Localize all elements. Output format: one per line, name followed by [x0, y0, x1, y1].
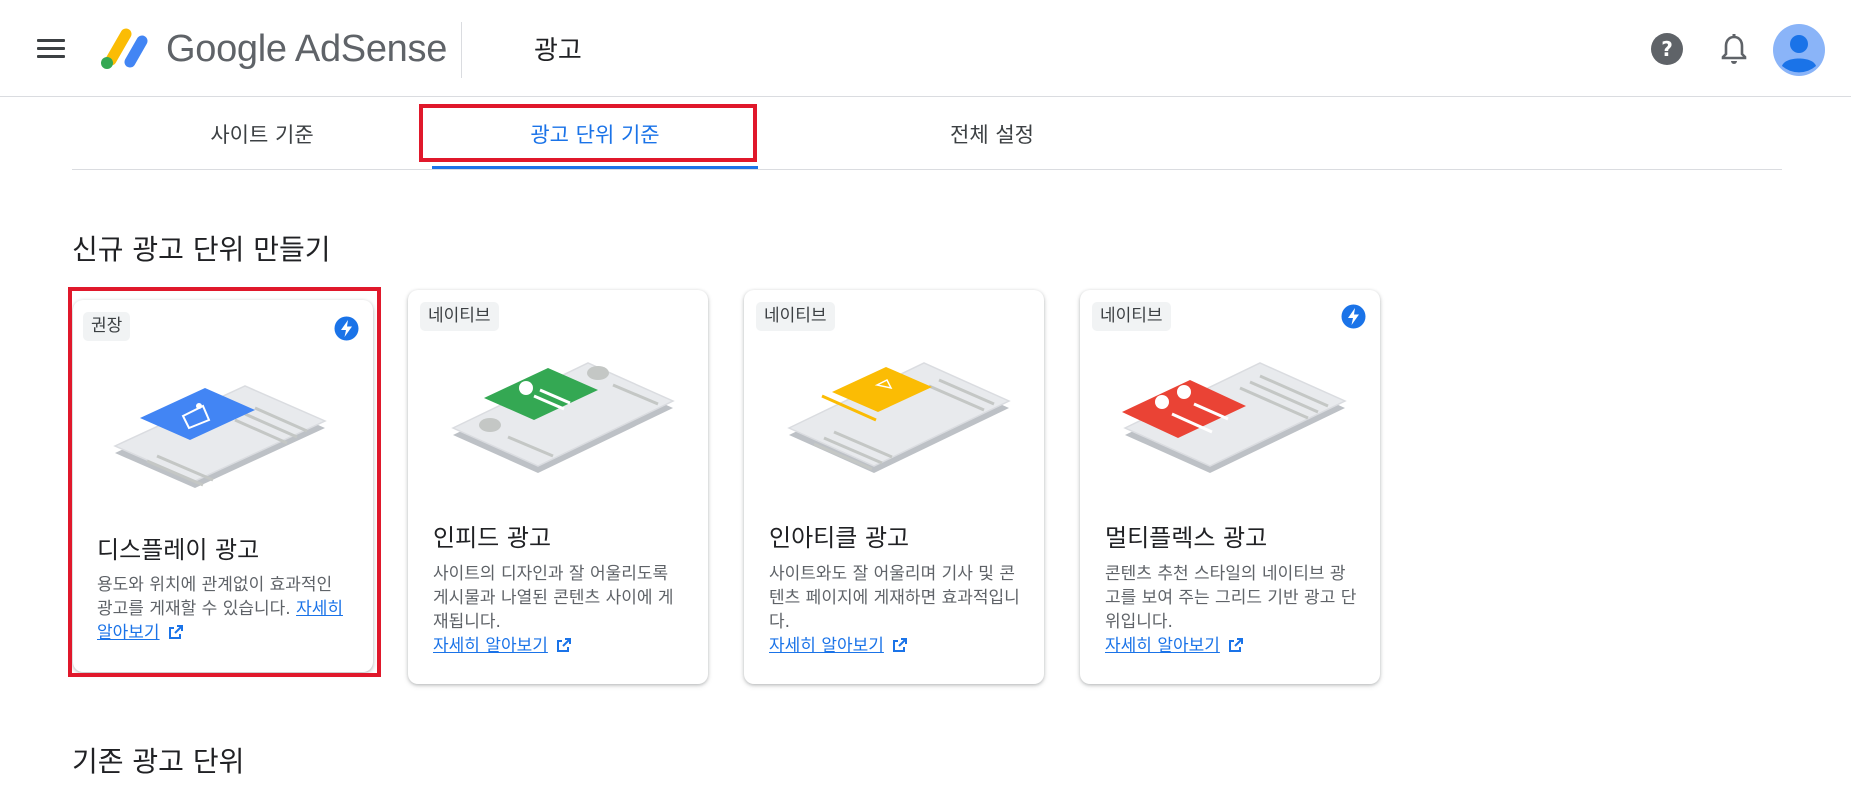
learn-more-link[interactable]: 자세히 알아보기 [769, 636, 884, 656]
bell-icon[interactable] [1718, 32, 1750, 66]
tab-active-indicator [432, 166, 758, 169]
header-divider [461, 22, 462, 78]
page-title: 광고 [534, 36, 582, 66]
learn-more-link[interactable]: 자세히 알아보기 [433, 636, 548, 656]
multiplex-ad-illustration [1122, 362, 1347, 473]
card-title: 디스플레이 광고 [97, 536, 260, 564]
card-description-text: 사이트와도 잘 어울리며 기사 및 콘텐츠 페이지에 게재하면 효과적입니다. [769, 564, 1020, 632]
display-ad-illustration [113, 385, 327, 488]
native-chip: 네이티브 [1092, 302, 1171, 331]
in-feed-ad-illustration [451, 362, 675, 473]
open-in-new-icon[interactable] [1228, 637, 1244, 653]
brand-name: Google AdSense [166, 28, 448, 70]
display-ad-card[interactable]: 권장 디스플레이 광고 용도와 위치에 관계없이 효과적인 광고를 게재할 수 … [73, 300, 373, 672]
help-icon[interactable]: ? [1650, 32, 1684, 66]
open-in-new-icon[interactable] [168, 624, 184, 640]
card-title: 멀티플렉스 광고 [1105, 524, 1268, 552]
card-description: 사이트와도 잘 어울리며 기사 및 콘텐츠 페이지에 게재하면 효과적입니다. … [769, 562, 1025, 658]
adsense-logo [101, 28, 148, 69]
new-ad-unit-heading: 신규 광고 단위 만들기 [72, 233, 331, 266]
multiplex-ad-card[interactable]: 네이티브 멀티플렉스 광고 콘텐츠 추천 스타일의 네이티브 광고를 보여 주는… [1080, 290, 1380, 684]
svg-text:?: ? [1661, 37, 1673, 61]
bolt-icon [334, 316, 359, 341]
card-title: 인피드 광고 [433, 524, 552, 552]
bolt-icon [1341, 304, 1366, 329]
card-description: 용도와 위치에 관계없이 효과적인 광고를 게재할 수 있습니다. 자세히 알아… [97, 573, 347, 645]
in-article-ad-card[interactable]: 네이티브 인아티클 광고 사이트와도 잘 어울리며 기사 및 콘텐츠 페이지에 … [744, 290, 1044, 684]
native-chip: 네이티브 [756, 302, 835, 331]
tab-bar: 사이트 기준 광고 단위 기준 전체 설정 [72, 98, 1782, 170]
avatar-icon[interactable] [1773, 24, 1825, 76]
open-in-new-icon[interactable] [892, 637, 908, 653]
card-title: 인아티클 광고 [769, 524, 910, 552]
card-description-text: 콘텐츠 추천 스타일의 네이티브 광고를 보여 주는 그리드 기반 광고 단위입… [1105, 564, 1357, 632]
card-description-text: 사이트의 디자인과 잘 어울리도록 게시물과 나열된 콘텐츠 사이에 게재됩니다… [433, 564, 674, 632]
card-description: 사이트의 디자인과 잘 어울리도록 게시물과 나열된 콘텐츠 사이에 게재됩니다… [433, 562, 689, 658]
card-description: 콘텐츠 추천 스타일의 네이티브 광고를 보여 주는 그리드 기반 광고 단위입… [1105, 562, 1361, 658]
existing-ad-units-heading: 기존 광고 단위 [72, 745, 245, 778]
top-app-bar: Google AdSense 광고 ? [0, 0, 1851, 97]
menu-icon[interactable] [34, 34, 68, 66]
open-in-new-icon[interactable] [556, 637, 572, 653]
in-feed-ad-card[interactable]: 네이티브 인피드 광고 사이트의 디자인과 잘 어울리도록 게시물과 나열된 콘… [408, 290, 708, 684]
native-chip: 네이티브 [420, 302, 499, 331]
tab-global-settings[interactable]: 전체 설정 [832, 98, 1152, 170]
recommended-chip: 권장 [83, 312, 131, 341]
tab-by-site[interactable]: 사이트 기준 [152, 98, 372, 170]
tab-by-ad-unit[interactable]: 광고 단위 기준 [432, 98, 758, 170]
in-article-ad-illustration [787, 362, 1011, 473]
learn-more-link[interactable]: 자세히 알아보기 [1105, 636, 1220, 656]
